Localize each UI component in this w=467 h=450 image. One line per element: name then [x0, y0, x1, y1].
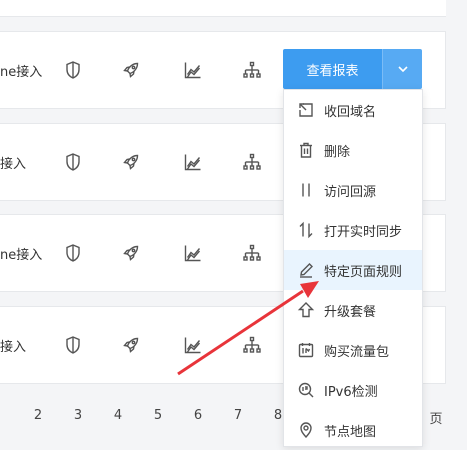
- trend-chart-icon[interactable]: [182, 151, 204, 173]
- page-link[interactable]: 5: [151, 408, 165, 423]
- menu-item-buy-traffic[interactable]: 购买流量包: [284, 330, 422, 370]
- upgrade-icon: [296, 300, 316, 320]
- rocket-icon[interactable]: [120, 242, 142, 264]
- trend-chart-icon[interactable]: [182, 242, 204, 264]
- access-type-label: 接入: [0, 156, 27, 172]
- menu-item-delete[interactable]: 删除: [284, 130, 422, 170]
- access-type-label: 接入: [0, 339, 27, 355]
- access-type-label: ne接入: [0, 64, 43, 80]
- menu-item-label: 访问回源: [324, 184, 377, 200]
- menu-item-label: 特定页面规则: [324, 264, 403, 280]
- access-type-label: ne接入: [0, 247, 43, 263]
- page-link[interactable]: 4: [111, 408, 125, 423]
- menu-item-node-map[interactable]: 节点地图: [284, 410, 422, 450]
- shield-icon[interactable]: [62, 151, 84, 173]
- rocket-icon[interactable]: [120, 151, 142, 173]
- menu-item-label: IPv6检测: [324, 384, 378, 400]
- report-button-group: 查看报表: [283, 49, 422, 89]
- menu-item-upgrade-plan[interactable]: 升级套餐: [284, 290, 422, 330]
- menu-item-page-rules[interactable]: 特定页面规则: [284, 250, 422, 290]
- origin-icon: [296, 180, 316, 200]
- page-link-tail[interactable]: 页: [429, 408, 443, 427]
- menu-item-realtime-sync[interactable]: 打开实时同步: [284, 210, 422, 250]
- menu-item-label: 购买流量包: [324, 344, 390, 360]
- sitemap-icon[interactable]: [241, 59, 263, 81]
- table-row-partial: [0, 0, 446, 17]
- menu-item-label: 打开实时同步: [324, 224, 403, 240]
- ipv6-check-icon: [296, 380, 316, 400]
- trend-chart-icon[interactable]: [182, 334, 204, 356]
- page-link[interactable]: 6: [191, 408, 205, 423]
- sitemap-icon[interactable]: [241, 242, 263, 264]
- reclaim-icon: [296, 100, 316, 120]
- traffic-package-icon: [296, 340, 316, 360]
- rocket-icon[interactable]: [120, 334, 142, 356]
- view-report-button[interactable]: 查看报表: [283, 49, 382, 89]
- shield-icon[interactable]: [62, 334, 84, 356]
- page-link[interactable]: 3: [71, 408, 85, 423]
- menu-item-label: 收回域名: [324, 104, 377, 120]
- sitemap-icon[interactable]: [241, 334, 263, 356]
- menu-item-label: 节点地图: [324, 424, 377, 440]
- actions-dropdown-menu: 收回域名 删除 访问回源 打开实时同步 特定页面规则 升级套餐 购买流量包 IP…: [283, 89, 423, 447]
- trend-chart-icon[interactable]: [182, 59, 204, 81]
- sitemap-icon[interactable]: [241, 151, 263, 173]
- shield-icon[interactable]: [62, 59, 84, 81]
- menu-item-reclaim-domain[interactable]: 收回域名: [284, 90, 422, 130]
- menu-item-origin-access[interactable]: 访问回源: [284, 170, 422, 210]
- page-link[interactable]: 7: [231, 408, 245, 423]
- rocket-icon[interactable]: [120, 59, 142, 81]
- chevron-down-icon: [397, 66, 408, 73]
- pencil-icon: [296, 260, 316, 280]
- menu-item-ipv6-check[interactable]: IPv6检测: [284, 370, 422, 410]
- menu-item-label: 升级套餐: [324, 304, 377, 320]
- page-link[interactable]: 2: [31, 408, 45, 423]
- sync-icon: [296, 220, 316, 240]
- trash-icon: [296, 140, 316, 160]
- location-pin-icon: [296, 420, 316, 440]
- menu-item-label: 删除: [324, 144, 351, 160]
- shield-icon[interactable]: [62, 242, 84, 264]
- more-actions-toggle[interactable]: [382, 49, 422, 89]
